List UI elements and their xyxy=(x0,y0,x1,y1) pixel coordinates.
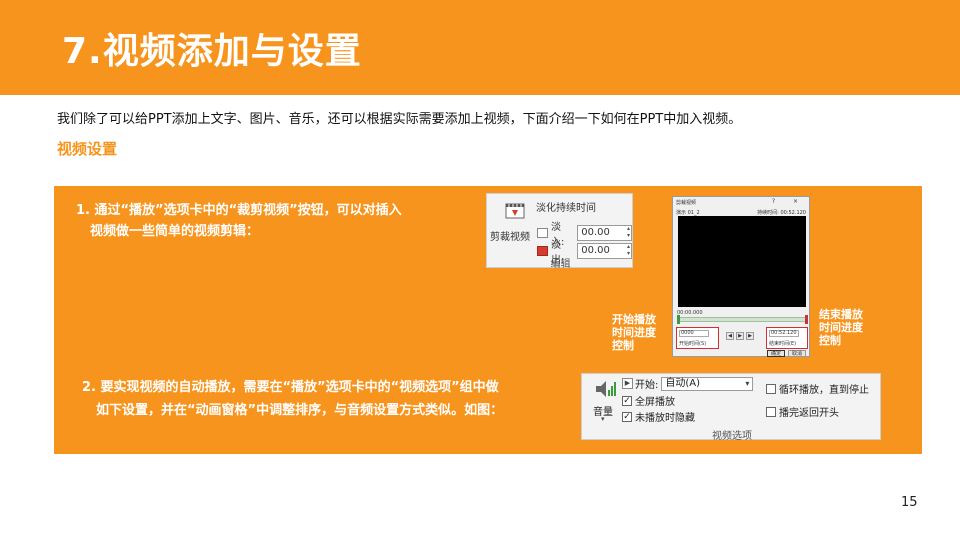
play-icon[interactable]: ▶ xyxy=(736,332,744,340)
video-options-group-label: 视频选项 xyxy=(712,431,752,442)
trim-video-icon[interactable] xyxy=(503,200,527,224)
end-time-box: 00:52.120 结束时间(E) xyxy=(766,327,808,349)
video-preview xyxy=(678,216,806,307)
end-annotation-line: 时间进度 xyxy=(819,321,863,334)
start-annotation-line: 时间进度 xyxy=(612,326,656,339)
start-option-select[interactable]: 自动(A) xyxy=(661,376,754,391)
dialog-clip-name: 演示 01_2 xyxy=(676,210,700,216)
start-time-label: 开始时间(S) xyxy=(679,341,707,347)
title-bar: 7.视频添加与设置 xyxy=(0,0,960,95)
step1-line2: 视频做一些简单的视频剪辑： xyxy=(90,224,260,239)
start-option-label: 开始: xyxy=(635,380,659,391)
intro-text: 我们除了可以给PPT添加上文字、图片、音乐，还可以根据实际需要添加上视频，下面介… xyxy=(57,112,742,127)
ribbon-edit-group: 剪裁视频 淡化持续时间 淡入: 00.00 淡出: 00.00 编辑 xyxy=(486,193,633,270)
trim-video-dialog: 剪裁视频 ? × 演示 01_2 持续时间: 00:52.120 00:00.0… xyxy=(672,196,810,357)
start-time-box: 0000 开始时间(S) xyxy=(676,327,719,349)
fullscreen-checkbox-row[interactable]: ✓ 全屏播放 xyxy=(622,393,675,408)
dialog-duration: 持续时间: 00:52.120 xyxy=(757,210,806,216)
fade-duration-title: 淡化持续时间 xyxy=(536,203,596,214)
end-time-label: 结束时间(E) xyxy=(769,341,797,347)
loop-checkbox[interactable] xyxy=(766,383,776,394)
start-time-input[interactable]: 0000 xyxy=(679,330,709,337)
page-title: 7.视频添加与设置 xyxy=(62,31,362,72)
section-subheading: 视频设置 xyxy=(57,140,118,158)
rewind-checkbox-row[interactable]: 播完返回开头 xyxy=(766,404,839,419)
ok-button[interactable]: 确定 xyxy=(767,350,785,357)
fullscreen-label: 全屏播放 xyxy=(635,397,675,408)
step1-line1: 1. 通过“播放”选项卡中的“裁剪视频”按钮，可以对插入 xyxy=(76,203,402,218)
fullscreen-checkbox[interactable]: ✓ xyxy=(622,395,632,406)
trim-video-label[interactable]: 剪裁视频 xyxy=(490,228,530,243)
prev-frame-icon[interactable]: ◀ xyxy=(726,332,734,340)
start-annotation: 开始播放 时间进度 控制 xyxy=(612,313,656,352)
start-option-row: ▶ 开始: 自动(A) xyxy=(622,376,754,391)
end-annotation: 结束播放 时间进度 控制 xyxy=(819,308,863,347)
loop-checkbox-row[interactable]: 循环播放，直到停止 xyxy=(766,381,869,396)
end-time-input[interactable]: 00:52.120 xyxy=(769,330,799,337)
edit-group-label: 编辑 xyxy=(550,259,571,270)
end-annotation-line: 控制 xyxy=(819,334,841,347)
start-trim-handle[interactable] xyxy=(677,315,680,324)
trim-timeline[interactable] xyxy=(678,317,806,322)
start-play-icon: ▶ xyxy=(622,378,633,389)
volume-icon[interactable] xyxy=(594,378,618,400)
dialog-controls[interactable]: ? × xyxy=(772,198,806,205)
end-trim-handle[interactable] xyxy=(805,315,808,324)
rewind-checkbox[interactable] xyxy=(766,406,776,417)
ribbon-video-options-group: 音量 ▾ ▶ 开始: 自动(A) ✓ 全屏播放 ✓ 未播放时隐藏 循环播放，直到… xyxy=(581,373,881,442)
rewind-label: 播完返回开头 xyxy=(779,408,839,419)
cancel-button[interactable]: 取消 xyxy=(788,350,806,357)
volume-dropdown-icon[interactable]: ▾ xyxy=(601,415,605,423)
step2-text: 2. 要实现视频的自动播放，需要在“播放”选项卡中的“视频选项”组中做 如下设置… xyxy=(82,376,562,422)
step2-line2: 如下设置，并在“动画窗格”中调整排序，与音频设置方式类似。如图： xyxy=(96,403,504,418)
playback-controls: ◀ ▶ ▶ xyxy=(726,332,754,340)
hide-checkbox[interactable]: ✓ xyxy=(622,411,632,422)
hide-checkbox-row[interactable]: ✓ 未播放时隐藏 xyxy=(622,409,695,424)
step2-line1: 2. 要实现视频的自动播放，需要在“播放”选项卡中的“视频选项”组中做 xyxy=(82,380,499,395)
start-annotation-line: 开始播放 xyxy=(612,313,656,326)
loop-label: 循环播放，直到停止 xyxy=(779,385,869,396)
dialog-title: 剪裁视频 xyxy=(676,200,697,206)
time-readout: 00:00.000 xyxy=(677,310,703,316)
end-annotation-line: 结束播放 xyxy=(819,308,863,321)
hide-label: 未播放时隐藏 xyxy=(635,413,695,424)
next-frame-icon[interactable]: ▶ xyxy=(746,332,754,340)
step1-text: 1. 通过“播放”选项卡中的“裁剪视频”按钮，可以对插入 视频做一些简单的视频剪… xyxy=(76,200,476,242)
start-annotation-line: 控制 xyxy=(612,339,634,352)
page-number: 15 xyxy=(901,495,918,510)
